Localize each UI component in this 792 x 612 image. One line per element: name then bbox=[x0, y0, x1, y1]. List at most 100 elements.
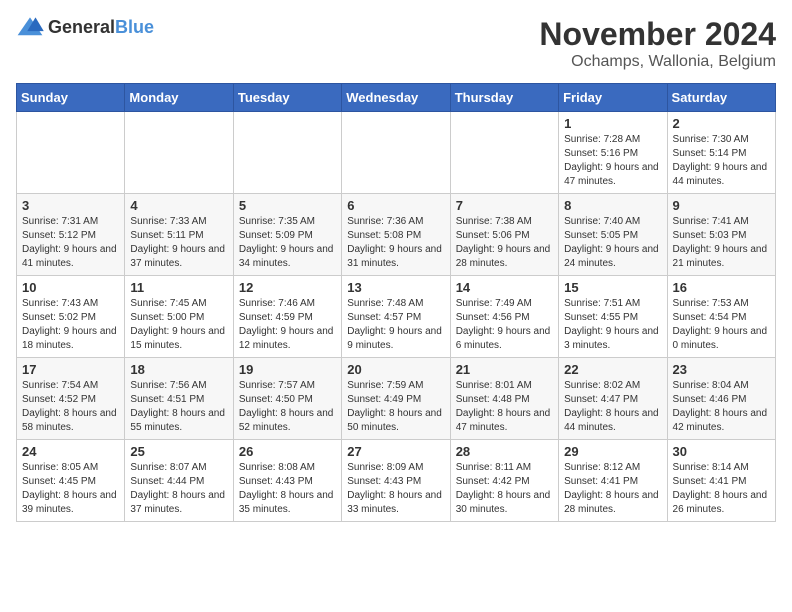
day-number: 22 bbox=[564, 362, 661, 377]
table-row: 30 Sunrise: 8:14 AM Sunset: 4:41 PM Dayli… bbox=[667, 440, 775, 522]
day-info: Sunrise: 7:43 AM Sunset: 5:02 PM Dayligh… bbox=[22, 297, 119, 353]
day-number: 16 bbox=[673, 280, 770, 295]
day-number: 11 bbox=[130, 280, 227, 295]
day-info: Sunrise: 7:38 AM Sunset: 5:06 PM Dayligh… bbox=[456, 215, 553, 271]
day-number: 14 bbox=[456, 280, 553, 295]
day-info: Sunrise: 7:49 AM Sunset: 4:56 PM Dayligh… bbox=[456, 297, 553, 353]
calendar-week-row: 10 Sunrise: 7:43 AM Sunset: 5:02 PM Dayli… bbox=[17, 276, 776, 358]
day-number: 29 bbox=[564, 444, 661, 459]
day-info: Sunrise: 7:51 AM Sunset: 4:55 PM Dayligh… bbox=[564, 297, 661, 353]
day-number: 27 bbox=[347, 444, 444, 459]
col-thursday: Thursday bbox=[450, 84, 558, 112]
day-info: Sunrise: 7:28 AM Sunset: 5:16 PM Dayligh… bbox=[564, 133, 661, 189]
table-row: 2 Sunrise: 7:30 AM Sunset: 5:14 PM Daylig… bbox=[667, 112, 775, 194]
col-monday: Monday bbox=[125, 84, 233, 112]
logo: GeneralBlue bbox=[16, 16, 154, 38]
day-info: Sunrise: 7:30 AM Sunset: 5:14 PM Dayligh… bbox=[673, 133, 770, 189]
logo-icon bbox=[16, 16, 44, 38]
day-info: Sunrise: 8:12 AM Sunset: 4:41 PM Dayligh… bbox=[564, 461, 661, 517]
table-row: 11Sunrise: 7:45 AM Sunset: 5:00 PM Dayli… bbox=[125, 276, 233, 358]
day-number: 6 bbox=[347, 198, 444, 213]
day-info: Sunrise: 8:01 AM Sunset: 4:48 PM Dayligh… bbox=[456, 379, 553, 435]
day-number: 21 bbox=[456, 362, 553, 377]
day-info: Sunrise: 7:53 AM Sunset: 4:54 PM Dayligh… bbox=[673, 297, 770, 353]
table-row: 20 Sunrise: 7:59 AM Sunset: 4:49 PM Dayli… bbox=[342, 358, 450, 440]
table-row: 23Sunrise: 8:04 AM Sunset: 4:46 PM Dayli… bbox=[667, 358, 775, 440]
day-info: Sunrise: 8:09 AM Sunset: 4:43 PM Dayligh… bbox=[347, 461, 444, 517]
col-sunday: Sunday bbox=[17, 84, 125, 112]
table-row: 4 Sunrise: 7:33 AM Sunset: 5:11 PM Daylig… bbox=[125, 194, 233, 276]
day-number: 19 bbox=[239, 362, 336, 377]
day-number: 12 bbox=[239, 280, 336, 295]
table-row: 8 Sunrise: 7:40 AM Sunset: 5:05 PM Daylig… bbox=[559, 194, 667, 276]
location-subtitle: Ochamps, Wallonia, Belgium bbox=[539, 53, 776, 71]
month-year-title: November 2024 bbox=[539, 16, 776, 53]
logo-blue: Blue bbox=[115, 17, 154, 37]
day-info: Sunrise: 8:04 AM Sunset: 4:46 PM Dayligh… bbox=[673, 379, 770, 435]
table-row: 7 Sunrise: 7:38 AM Sunset: 5:06 PM Daylig… bbox=[450, 194, 558, 276]
day-info: Sunrise: 7:54 AM Sunset: 4:52 PM Dayligh… bbox=[22, 379, 119, 435]
day-number: 18 bbox=[130, 362, 227, 377]
col-saturday: Saturday bbox=[667, 84, 775, 112]
day-info: Sunrise: 7:56 AM Sunset: 4:51 PM Dayligh… bbox=[130, 379, 227, 435]
day-number: 30 bbox=[673, 444, 770, 459]
day-info: Sunrise: 7:31 AM Sunset: 5:12 PM Dayligh… bbox=[22, 215, 119, 271]
table-row: 29 Sunrise: 8:12 AM Sunset: 4:41 PM Dayli… bbox=[559, 440, 667, 522]
day-number: 2 bbox=[673, 116, 770, 131]
day-number: 28 bbox=[456, 444, 553, 459]
day-info: Sunrise: 7:36 AM Sunset: 5:08 PM Dayligh… bbox=[347, 215, 444, 271]
day-number: 10 bbox=[22, 280, 119, 295]
table-row: 12 Sunrise: 7:46 AM Sunset: 4:59 PM Dayli… bbox=[233, 276, 341, 358]
table-row: 1 Sunrise: 7:28 AM Sunset: 5:16 PM Daylig… bbox=[559, 112, 667, 194]
calendar-week-row: 24Sunrise: 8:05 AM Sunset: 4:45 PM Dayli… bbox=[17, 440, 776, 522]
day-number: 7 bbox=[456, 198, 553, 213]
day-info: Sunrise: 7:46 AM Sunset: 4:59 PM Dayligh… bbox=[239, 297, 336, 353]
table-row: 13Sunrise: 7:48 AM Sunset: 4:57 PM Dayli… bbox=[342, 276, 450, 358]
table-row: 3 Sunrise: 7:31 AM Sunset: 5:12 PM Daylig… bbox=[17, 194, 125, 276]
table-row: 26Sunrise: 8:08 AM Sunset: 4:43 PM Dayli… bbox=[233, 440, 341, 522]
day-info: Sunrise: 7:59 AM Sunset: 4:49 PM Dayligh… bbox=[347, 379, 444, 435]
col-tuesday: Tuesday bbox=[233, 84, 341, 112]
title-area: November 2024 Ochamps, Wallonia, Belgium bbox=[539, 16, 776, 71]
col-wednesday: Wednesday bbox=[342, 84, 450, 112]
table-row: 18 Sunrise: 7:56 AM Sunset: 4:51 PM Dayli… bbox=[125, 358, 233, 440]
day-number: 9 bbox=[673, 198, 770, 213]
table-row: 5Sunrise: 7:35 AM Sunset: 5:09 PM Daylig… bbox=[233, 194, 341, 276]
day-info: Sunrise: 7:40 AM Sunset: 5:05 PM Dayligh… bbox=[564, 215, 661, 271]
calendar-week-row: 17Sunrise: 7:54 AM Sunset: 4:52 PM Dayli… bbox=[17, 358, 776, 440]
day-info: Sunrise: 8:02 AM Sunset: 4:47 PM Dayligh… bbox=[564, 379, 661, 435]
day-number: 3 bbox=[22, 198, 119, 213]
day-number: 1 bbox=[564, 116, 661, 131]
col-friday: Friday bbox=[559, 84, 667, 112]
day-number: 20 bbox=[347, 362, 444, 377]
day-info: Sunrise: 8:05 AM Sunset: 4:45 PM Dayligh… bbox=[22, 461, 119, 517]
table-row: 25Sunrise: 8:07 AM Sunset: 4:44 PM Dayli… bbox=[125, 440, 233, 522]
day-number: 8 bbox=[564, 198, 661, 213]
table-row: 28 Sunrise: 8:11 AM Sunset: 4:42 PM Dayli… bbox=[450, 440, 558, 522]
day-info: Sunrise: 8:11 AM Sunset: 4:42 PM Dayligh… bbox=[456, 461, 553, 517]
table-row: 16 Sunrise: 7:53 AM Sunset: 4:54 PM Dayli… bbox=[667, 276, 775, 358]
table-row: 9 Sunrise: 7:41 AM Sunset: 5:03 PM Daylig… bbox=[667, 194, 775, 276]
day-info: Sunrise: 7:41 AM Sunset: 5:03 PM Dayligh… bbox=[673, 215, 770, 271]
table-row bbox=[17, 112, 125, 194]
calendar-table: Sunday Monday Tuesday Wednesday Thursday… bbox=[16, 83, 776, 522]
day-number: 13 bbox=[347, 280, 444, 295]
table-row bbox=[342, 112, 450, 194]
table-row: 21 Sunrise: 8:01 AM Sunset: 4:48 PM Dayli… bbox=[450, 358, 558, 440]
table-row: 10 Sunrise: 7:43 AM Sunset: 5:02 PM Dayli… bbox=[17, 276, 125, 358]
day-number: 15 bbox=[564, 280, 661, 295]
day-info: Sunrise: 8:08 AM Sunset: 4:43 PM Dayligh… bbox=[239, 461, 336, 517]
calendar-week-row: 1 Sunrise: 7:28 AM Sunset: 5:16 PM Daylig… bbox=[17, 112, 776, 194]
day-info: Sunrise: 8:14 AM Sunset: 4:41 PM Dayligh… bbox=[673, 461, 770, 517]
logo-general: General bbox=[48, 17, 115, 37]
table-row: 6 Sunrise: 7:36 AM Sunset: 5:08 PM Daylig… bbox=[342, 194, 450, 276]
table-row: 22 Sunrise: 8:02 AM Sunset: 4:47 PM Dayli… bbox=[559, 358, 667, 440]
day-number: 25 bbox=[130, 444, 227, 459]
calendar-week-row: 3 Sunrise: 7:31 AM Sunset: 5:12 PM Daylig… bbox=[17, 194, 776, 276]
day-number: 4 bbox=[130, 198, 227, 213]
table-row bbox=[450, 112, 558, 194]
day-info: Sunrise: 7:33 AM Sunset: 5:11 PM Dayligh… bbox=[130, 215, 227, 271]
table-row: 27 Sunrise: 8:09 AM Sunset: 4:43 PM Dayli… bbox=[342, 440, 450, 522]
table-row bbox=[233, 112, 341, 194]
table-row: 14 Sunrise: 7:49 AM Sunset: 4:56 PM Dayli… bbox=[450, 276, 558, 358]
